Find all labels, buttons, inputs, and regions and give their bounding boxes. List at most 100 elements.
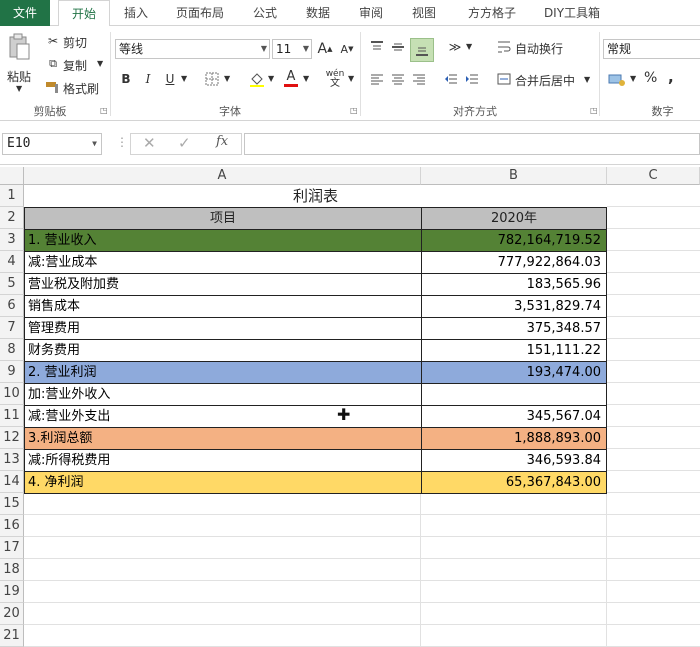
row-label[interactable]: 1. 营业收入 [24, 229, 422, 252]
row-value[interactable]: 3,531,829.74 [421, 295, 607, 318]
border-dropdown-icon[interactable]: ▼ [224, 74, 230, 83]
wrap-text-button[interactable]: 自动换行 [515, 40, 563, 57]
copy-button[interactable]: 复制 [63, 57, 87, 74]
cancel-icon[interactable]: ✕ [143, 134, 156, 152]
row-header[interactable]: 2 [0, 207, 24, 229]
select-all-corner[interactable] [0, 167, 24, 185]
format-painter-icon[interactable] [44, 78, 62, 96]
row-value[interactable]: 183,565.96 [421, 273, 607, 296]
font-name-select[interactable]: 等线 ▼ [115, 39, 270, 59]
table-title[interactable]: 利润表 [24, 185, 607, 207]
row-label[interactable]: 管理费用 [24, 317, 422, 340]
number-format-select[interactable]: 常规 [603, 39, 700, 59]
cut-button[interactable]: 剪切 [63, 34, 87, 51]
row-label[interactable]: 4. 净利润 [24, 471, 422, 494]
copy-dropdown-icon[interactable]: ▼ [97, 59, 103, 68]
merge-dropdown-icon[interactable]: ▼ [584, 75, 590, 84]
decrease-indent-icon[interactable] [442, 70, 460, 88]
row-header[interactable]: 16 [0, 515, 24, 537]
row-value[interactable]: 151,111.22 [421, 339, 607, 362]
font-color-dropdown-icon[interactable]: ▼ [303, 74, 309, 83]
merge-center-button[interactable]: 合并后居中 [515, 72, 575, 89]
row-label[interactable]: 减:营业成本 [24, 251, 422, 274]
bold-icon[interactable]: B [118, 70, 134, 88]
row-label[interactable]: 2. 营业利润 [24, 361, 422, 384]
accounting-dropdown-icon[interactable]: ▼ [630, 74, 636, 83]
row-header[interactable]: 19 [0, 581, 24, 603]
row-header[interactable]: 6 [0, 295, 24, 317]
italic-icon[interactable]: I [140, 70, 156, 88]
row-header[interactable]: 7 [0, 317, 24, 339]
border-icon[interactable] [204, 70, 220, 88]
row-header[interactable]: 4 [0, 251, 24, 273]
column-header-a[interactable]: A [24, 167, 421, 185]
font-launcher-icon[interactable]: ◳ [350, 106, 358, 115]
row-value[interactable]: 65,367,843.00 [421, 471, 607, 494]
column-header-b[interactable]: B [421, 167, 607, 185]
tab-diy-toolbox[interactable]: DIY工具箱 [536, 0, 608, 26]
align-bottom-icon[interactable] [410, 38, 434, 62]
row-value[interactable]: 1,888,893.00 [421, 427, 607, 450]
row-header[interactable]: 20 [0, 603, 24, 625]
row-value[interactable]: 782,164,719.52 [421, 229, 607, 252]
row-label[interactable]: 3.利润总额 [24, 427, 422, 450]
row-header[interactable]: 5 [0, 273, 24, 295]
row-header[interactable]: 18 [0, 559, 24, 581]
tab-fangfang[interactable]: 方方格子 [456, 0, 528, 26]
align-right-icon[interactable] [410, 70, 428, 88]
row-header[interactable]: 11 [0, 405, 24, 427]
format-painter-button[interactable]: 格式刷 [63, 80, 99, 97]
copy-icon[interactable]: ⧉ [44, 55, 62, 73]
increase-indent-icon[interactable] [463, 70, 481, 88]
alignment-launcher-icon[interactable]: ◳ [590, 106, 598, 115]
shrink-font-icon[interactable]: A ▼ [338, 40, 356, 58]
tab-home[interactable]: 开始 [58, 0, 110, 29]
align-top-icon[interactable] [368, 38, 386, 56]
paste-button[interactable] [6, 32, 32, 62]
row-label[interactable]: 财务费用 [24, 339, 422, 362]
row-value[interactable]: 345,567.04 [421, 405, 607, 428]
row-header[interactable]: 13 [0, 449, 24, 471]
row-header[interactable]: 14 [0, 471, 24, 493]
clipboard-launcher-icon[interactable]: ◳ [100, 106, 108, 115]
tab-data[interactable]: 数据 [295, 0, 341, 26]
row-header[interactable]: 8 [0, 339, 24, 361]
merge-center-icon[interactable] [496, 70, 512, 88]
paste-dropdown-icon[interactable]: ▼ [16, 84, 22, 93]
align-left-icon[interactable] [368, 70, 386, 88]
phonetic-icon[interactable]: wén 文 [324, 68, 346, 90]
row-value[interactable]: 193,474.00 [421, 361, 607, 384]
row-label[interactable]: 营业税及附加费 [24, 273, 422, 296]
header-item[interactable]: 项目 [24, 207, 422, 230]
row-header[interactable]: 21 [0, 625, 24, 647]
wrap-text-icon[interactable] [496, 38, 512, 56]
formula-input[interactable] [244, 133, 700, 155]
header-year[interactable]: 2020年 [421, 207, 607, 230]
row-header[interactable]: 12 [0, 427, 24, 449]
comma-button[interactable]: , [668, 68, 674, 86]
tab-review[interactable]: 审阅 [348, 0, 394, 26]
fill-color-dropdown-icon[interactable]: ▼ [268, 74, 274, 83]
align-middle-icon[interactable] [389, 38, 407, 56]
row-value[interactable]: 777,922,864.03 [421, 251, 607, 274]
fill-color-icon[interactable] [248, 70, 266, 88]
row-header[interactable]: 3 [0, 229, 24, 251]
accounting-format-icon[interactable] [606, 70, 628, 88]
grow-font-icon[interactable]: A ▲ [316, 40, 334, 58]
orientation-dropdown-icon[interactable]: ▼ [466, 42, 472, 51]
row-label[interactable]: 减:营业外支出 [24, 405, 422, 428]
row-header[interactable]: 15 [0, 493, 24, 515]
row-header[interactable]: 10 [0, 383, 24, 405]
phonetic-dropdown-icon[interactable]: ▼ [348, 74, 354, 83]
font-size-select[interactable]: 11 ▼ [272, 39, 312, 59]
align-center-icon[interactable] [389, 70, 407, 88]
row-header[interactable]: 1 [0, 185, 24, 207]
orientation-icon[interactable]: ≫ [444, 38, 466, 56]
row-header[interactable]: 17 [0, 537, 24, 559]
tab-page-layout[interactable]: 页面布局 [164, 0, 236, 26]
row-header[interactable]: 9 [0, 361, 24, 383]
name-box[interactable]: E10 ▼ [2, 133, 102, 155]
row-value[interactable]: 375,348.57 [421, 317, 607, 340]
row-label[interactable]: 销售成本 [24, 295, 422, 318]
column-header-c[interactable]: C [607, 167, 700, 185]
